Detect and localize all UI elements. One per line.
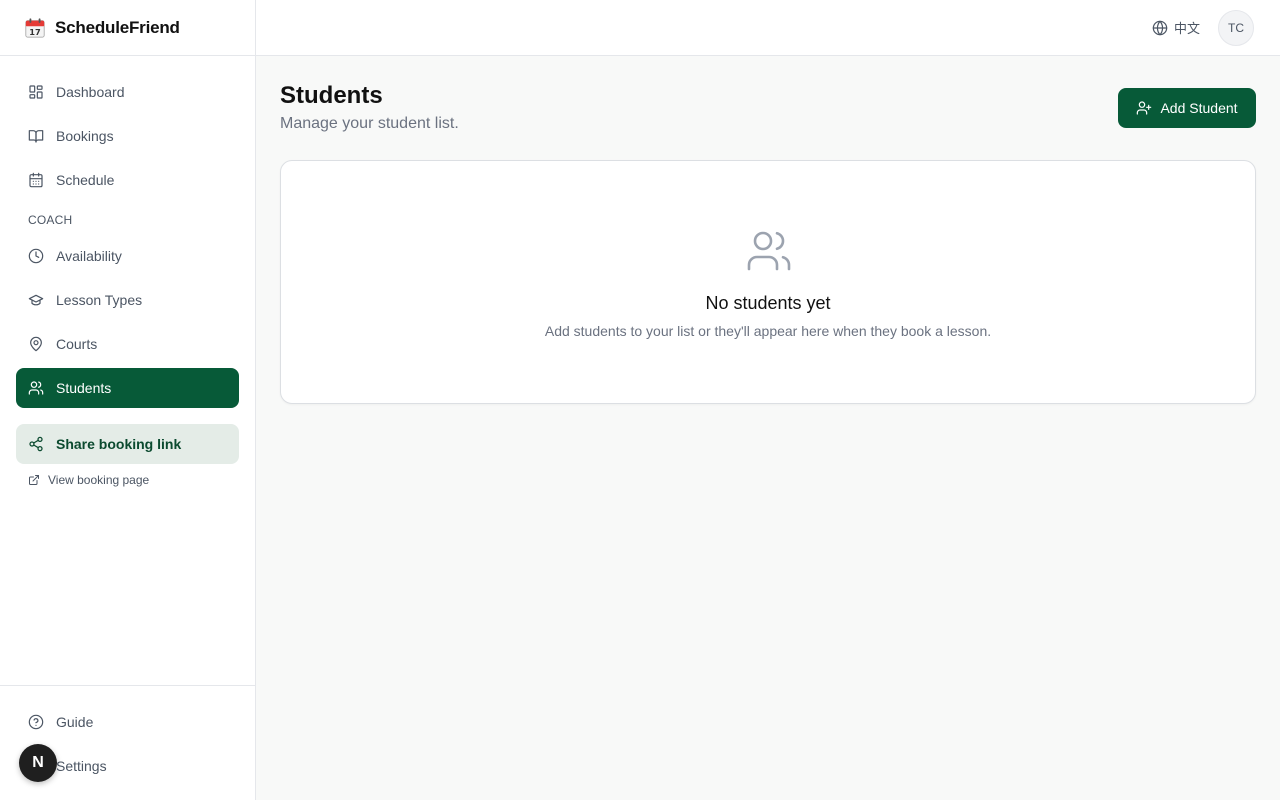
language-label: 中文 (1173, 21, 1200, 36)
brand-name: ScheduleFriend (55, 17, 180, 37)
share-booking-link-label: Share booking link (56, 436, 182, 452)
calendar-icon (29, 172, 43, 188)
map-pin-icon (30, 336, 42, 352)
page-subtitle: Manage your student list. (280, 115, 459, 132)
sidebar-item-dashboard[interactable]: Dashboard (16, 72, 239, 112)
share-booking-link-button[interactable]: Share booking link (16, 424, 239, 464)
graduation-cap-icon (28, 294, 44, 306)
sidebar-item-schedule[interactable]: Schedule (16, 160, 239, 200)
top-bar: 中文 TC (256, 0, 1280, 56)
clock-icon (28, 248, 44, 264)
empty-state-title: No students yet (705, 293, 831, 313)
sidebar-item-availability[interactable]: Availability (16, 236, 239, 276)
dev-tools-badge[interactable]: N (19, 744, 57, 782)
avatar[interactable]: TC (1218, 10, 1254, 46)
share-icon (29, 436, 43, 452)
add-student-label: Add Student (1160, 100, 1238, 116)
brand[interactable]: 17 ScheduleFriend (0, 0, 255, 56)
avatar-initials: TC (1228, 21, 1244, 35)
dev-tools-badge-label: N (32, 754, 44, 771)
sidebar-item-label: Guide (56, 714, 94, 730)
sidebar-bottom: Guide Settings (0, 685, 255, 800)
book-icon (28, 130, 44, 143)
sidebar-item-students[interactable]: Students (16, 368, 239, 408)
language-switcher[interactable]: 中文 (1152, 18, 1200, 37)
sidebar: 17 ScheduleFriend Dashboard Bookings Sch… (0, 0, 256, 800)
section-label-coach: COACH (28, 213, 73, 227)
sidebar-item-label: Courts (56, 336, 98, 352)
view-booking-page-label: View booking page (48, 473, 150, 487)
sidebar-item-label: Schedule (56, 172, 115, 188)
svg-text:17: 17 (29, 26, 41, 36)
sidebar-item-lesson-types[interactable]: Lesson Types (16, 280, 239, 320)
empty-state-description: Add students to your list or they'll app… (544, 323, 992, 339)
users-icon (28, 381, 44, 395)
sidebar-item-label: Availability (56, 248, 122, 264)
sidebar-item-bookings[interactable]: Bookings (16, 116, 239, 156)
sidebar-item-label: Students (56, 380, 112, 396)
page-title: Students (280, 82, 383, 109)
sidebar-nav: Dashboard Bookings Schedule COACH Availa… (0, 56, 255, 496)
sidebar-item-label: Dashboard (56, 84, 125, 100)
view-booking-page-link[interactable]: View booking page (16, 464, 239, 496)
empty-state-card: No students yet Add students to your lis… (280, 160, 1256, 404)
sidebar-item-label: Lesson Types (56, 292, 143, 308)
sidebar-item-guide[interactable]: Guide (16, 702, 239, 742)
calendar-icon: 17 (25, 17, 45, 38)
external-link-icon (29, 475, 39, 485)
users-icon (747, 231, 791, 271)
grid-icon (29, 85, 43, 99)
sidebar-item-label: Bookings (56, 128, 114, 144)
add-student-button[interactable]: Add Student (1118, 88, 1256, 128)
sidebar-item-courts[interactable]: Courts (16, 324, 239, 364)
globe-icon (1152, 20, 1168, 35)
sidebar-item-label: Settings (56, 758, 107, 774)
user-plus-icon (1137, 101, 1152, 115)
help-circle-icon (28, 714, 44, 730)
